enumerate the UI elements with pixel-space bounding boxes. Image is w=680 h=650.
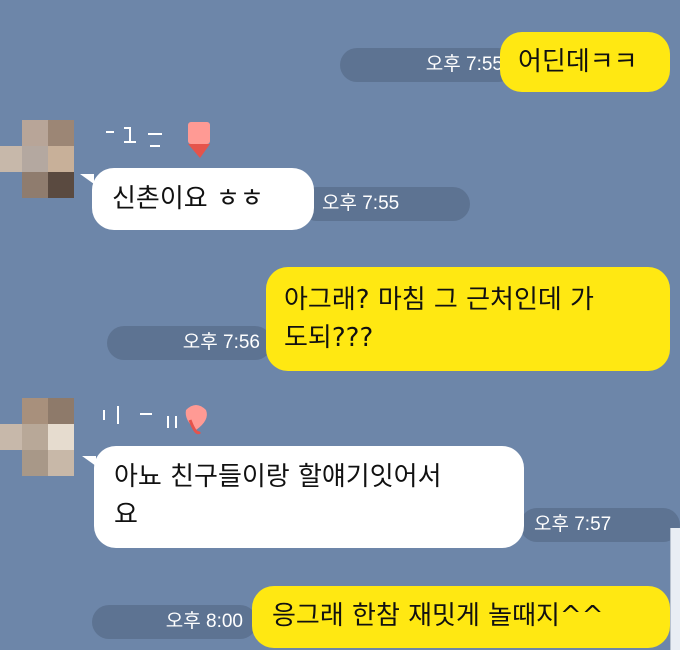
contact-avatar[interactable] bbox=[0, 120, 84, 204]
censored-name-scribble bbox=[103, 405, 207, 435]
message-text: 응그래 한참 재밋게 놀때지^^ bbox=[272, 601, 604, 631]
message-text: 어딘데ㅋㅋ bbox=[518, 47, 638, 77]
time-text: 오후 7:55 bbox=[322, 193, 400, 214]
contact-avatar[interactable] bbox=[0, 398, 84, 482]
message-text-line: 아그래? 마침 그 근처인데 가 bbox=[284, 285, 594, 315]
time-text: 오후 8:00 bbox=[165, 611, 243, 632]
message-time: 오후 8:00 bbox=[92, 605, 257, 639]
time-text: 오후 7:57 bbox=[534, 514, 612, 535]
time-text: 오후 7:55 bbox=[425, 54, 503, 75]
their-message-bubble[interactable]: 신촌이요 ㅎㅎ bbox=[92, 168, 314, 230]
message-text: 신촌이요 ㅎㅎ bbox=[112, 184, 264, 214]
their-message-bubble[interactable]: 아뇨 친구들이랑 할얘기잇어서 요 bbox=[94, 446, 524, 548]
message-text-line: 요 bbox=[114, 500, 138, 530]
message-time: 오후 7:57 bbox=[520, 508, 680, 542]
bubble-tail bbox=[80, 174, 94, 184]
overlay-panel-edge bbox=[670, 528, 680, 650]
my-message-bubble[interactable]: 응그래 한참 재밋게 놀때지^^ bbox=[252, 586, 670, 648]
message-time: 오후 7:56 bbox=[107, 326, 272, 360]
message-text-line: 도되??? bbox=[284, 323, 374, 353]
my-message-bubble[interactable]: 어딘데ㅋㅋ bbox=[500, 32, 670, 92]
censored-name-scribble bbox=[106, 122, 210, 158]
message-text-line: 아뇨 친구들이랑 할얘기잇어서 bbox=[114, 462, 442, 492]
my-message-bubble[interactable]: 아그래? 마침 그 근처인데 가 도되??? bbox=[266, 267, 670, 371]
time-text: 오후 7:56 bbox=[182, 332, 260, 353]
message-time: 오후 7:55 bbox=[300, 187, 470, 221]
message-time: 오후 7:55 bbox=[340, 48, 515, 82]
